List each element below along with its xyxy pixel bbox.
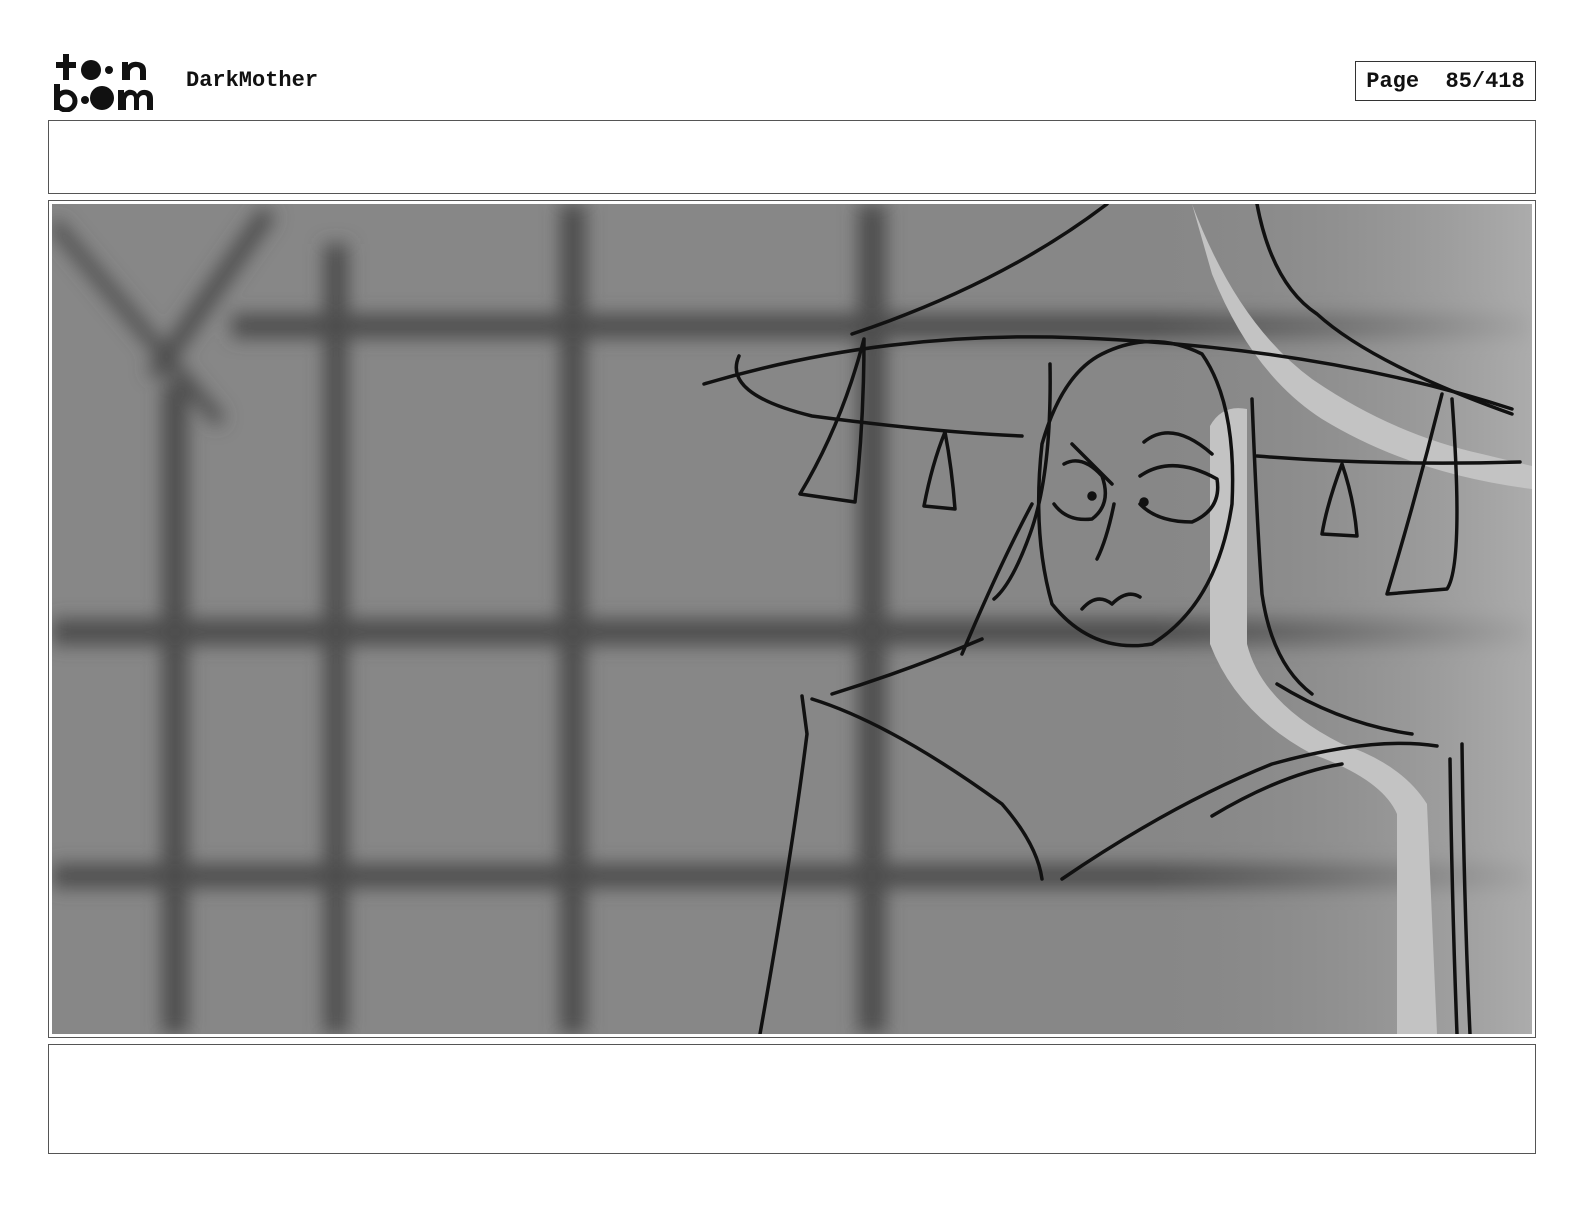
storyboard-panel-image: [52, 204, 1532, 1034]
page-label: Page: [1366, 68, 1420, 94]
action-notes-box: [48, 120, 1536, 194]
dialogue-notes-box: [48, 1044, 1536, 1154]
toon-boom-logo: [52, 52, 164, 113]
page-number: 85/418: [1445, 68, 1525, 94]
page-indicator: Page 85/418: [1355, 61, 1536, 101]
project-title: DarkMother: [186, 68, 319, 93]
